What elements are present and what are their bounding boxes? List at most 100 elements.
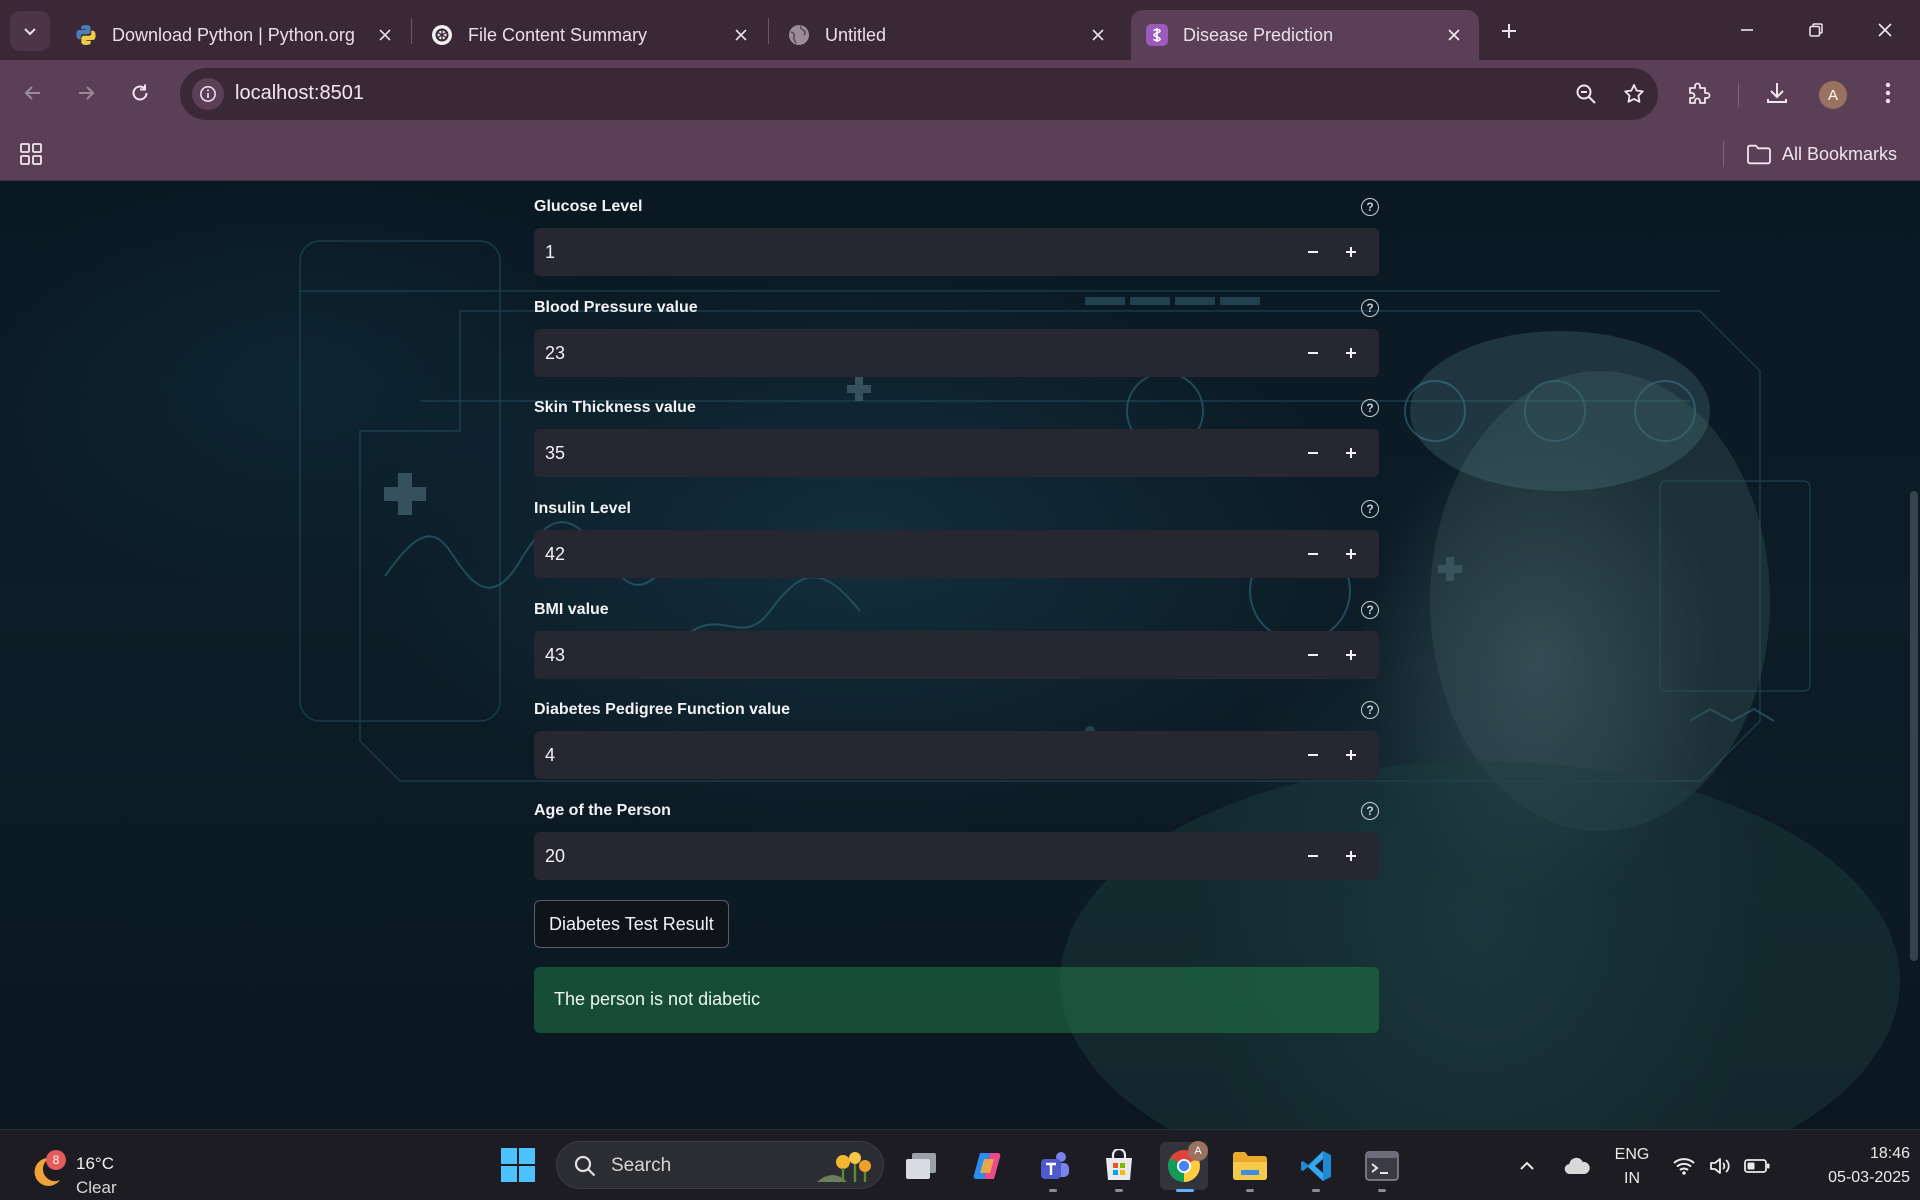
store-icon — [1106, 1149, 1132, 1180]
task-view-button[interactable] — [897, 1142, 945, 1190]
back-button[interactable] — [13, 73, 53, 113]
tab-search-button[interactable] — [10, 11, 50, 51]
increment-button[interactable] — [1333, 737, 1369, 773]
number-input[interactable]: 35 — [534, 429, 1379, 477]
increment-button[interactable] — [1333, 637, 1369, 673]
decrement-button[interactable] — [1295, 335, 1331, 371]
close-window-button[interactable] — [1862, 8, 1908, 52]
extensions-button[interactable] — [1679, 73, 1719, 113]
input-value[interactable]: 4 — [545, 745, 555, 766]
decrement-button[interactable] — [1295, 536, 1331, 572]
bookmark-star-icon[interactable] — [1618, 78, 1650, 110]
decrement-button[interactable] — [1295, 637, 1331, 673]
copilot-icon — [973, 1153, 1001, 1179]
download-icon — [1767, 83, 1787, 103]
plus-icon — [1502, 24, 1516, 38]
downloads-button[interactable] — [1757, 73, 1797, 113]
decrement-button[interactable] — [1295, 234, 1331, 270]
close-tab-icon[interactable] — [1443, 24, 1465, 46]
show-hidden-icons-button[interactable] — [1512, 1142, 1542, 1190]
page-scrollbar[interactable] — [1910, 491, 1918, 961]
close-tab-icon[interactable] — [374, 24, 396, 46]
number-input[interactable]: 20 — [534, 832, 1379, 880]
increment-button[interactable] — [1333, 335, 1369, 371]
help-icon[interactable]: ? — [1361, 299, 1379, 317]
decrement-button[interactable] — [1295, 435, 1331, 471]
plus-icon — [1346, 650, 1356, 660]
more-vertical-icon — [1885, 82, 1891, 104]
profile-avatar[interactable]: A — [1819, 81, 1847, 109]
clock[interactable]: 18:46 05-03-2025 — [1790, 1142, 1910, 1190]
help-icon[interactable]: ? — [1361, 500, 1379, 518]
input-value[interactable]: 43 — [545, 645, 565, 666]
help-icon[interactable]: ? — [1361, 802, 1379, 820]
running-indicator — [1246, 1189, 1254, 1192]
number-input[interactable]: 4 — [534, 731, 1379, 779]
help-icon[interactable]: ? — [1361, 198, 1379, 216]
close-tab-icon[interactable] — [730, 24, 752, 46]
restore-button[interactable] — [1793, 8, 1839, 52]
increment-button[interactable] — [1333, 234, 1369, 270]
number-input[interactable]: 42 — [534, 530, 1379, 578]
minimize-icon — [1741, 29, 1753, 31]
field-label: Diabetes Pedigree Function value — [534, 701, 791, 718]
site-info-icon[interactable] — [192, 78, 224, 110]
help-icon[interactable]: ? — [1361, 601, 1379, 619]
input-value[interactable]: 42 — [545, 544, 565, 565]
input-language-indicator[interactable]: ENG IN — [1612, 1143, 1652, 1191]
task-view-icon — [906, 1153, 936, 1179]
increment-button[interactable] — [1333, 838, 1369, 874]
url-text[interactable]: localhost:8501 — [235, 82, 364, 105]
minus-icon — [1308, 553, 1318, 555]
onedrive-button[interactable] — [1560, 1142, 1594, 1190]
close-tab-icon[interactable] — [1087, 24, 1109, 46]
folder-icon — [1233, 1152, 1267, 1180]
zoom-icon[interactable] — [1570, 78, 1602, 110]
tab-file-content-summary[interactable]: File Content Summary — [416, 10, 766, 60]
toolbar-divider — [1738, 83, 1739, 107]
weather-widget[interactable]: 8 16°C Clear — [28, 1142, 128, 1197]
decrement-button[interactable] — [1295, 737, 1331, 773]
chrome-button[interactable]: A — [1160, 1141, 1208, 1192]
copilot-button[interactable] — [963, 1142, 1011, 1190]
tab-disease-prediction[interactable]: Disease Prediction — [1131, 10, 1479, 60]
help-icon[interactable]: ? — [1361, 701, 1379, 719]
start-button[interactable] — [500, 1147, 536, 1183]
language-code: ENG — [1614, 1146, 1650, 1163]
microsoft-store-button[interactable] — [1095, 1142, 1143, 1192]
all-bookmarks-button[interactable]: All Bookmarks — [1746, 138, 1897, 170]
input-value[interactable]: 35 — [545, 443, 565, 464]
tab-untitled[interactable]: Untitled — [773, 10, 1123, 60]
plus-icon — [1346, 750, 1356, 760]
help-icon[interactable]: ? — [1361, 399, 1379, 417]
file-explorer-button[interactable] — [1226, 1142, 1274, 1192]
diabetes-test-result-button[interactable]: Diabetes Test Result — [534, 900, 729, 948]
taskbar-search[interactable]: Search — [556, 1141, 884, 1189]
apps-grid-icon[interactable] — [16, 139, 46, 169]
minimize-button[interactable] — [1724, 8, 1770, 52]
insulin-field: Insulin Level ? 42 — [534, 483, 1379, 578]
terminal-button[interactable] — [1358, 1142, 1406, 1192]
glucose-field: Glucose Level ? 1 — [534, 181, 1379, 276]
forward-button[interactable] — [66, 73, 106, 113]
reload-icon — [132, 84, 148, 101]
increment-button[interactable] — [1333, 536, 1369, 572]
input-value[interactable]: 1 — [545, 242, 555, 263]
quick-settings-button[interactable] — [1668, 1142, 1774, 1190]
tab-python[interactable]: Download Python | Python.org — [60, 10, 410, 60]
browser-menu-button[interactable] — [1868, 73, 1908, 113]
teams-button[interactable] — [1029, 1142, 1077, 1192]
number-input[interactable]: 23 — [534, 329, 1379, 377]
reload-button[interactable] — [120, 73, 160, 113]
vscode-button[interactable] — [1292, 1142, 1340, 1192]
increment-button[interactable] — [1333, 435, 1369, 471]
input-value[interactable]: 23 — [545, 343, 565, 364]
number-input[interactable]: 1 — [534, 228, 1379, 276]
address-bar[interactable]: localhost:8501 — [180, 68, 1658, 120]
decrement-button[interactable] — [1295, 838, 1331, 874]
number-input[interactable]: 43 — [534, 631, 1379, 679]
openai-icon — [430, 23, 454, 47]
new-tab-button[interactable] — [1492, 14, 1526, 48]
input-value[interactable]: 20 — [545, 846, 565, 867]
clock-time: 18:46 — [1869, 1145, 1910, 1162]
